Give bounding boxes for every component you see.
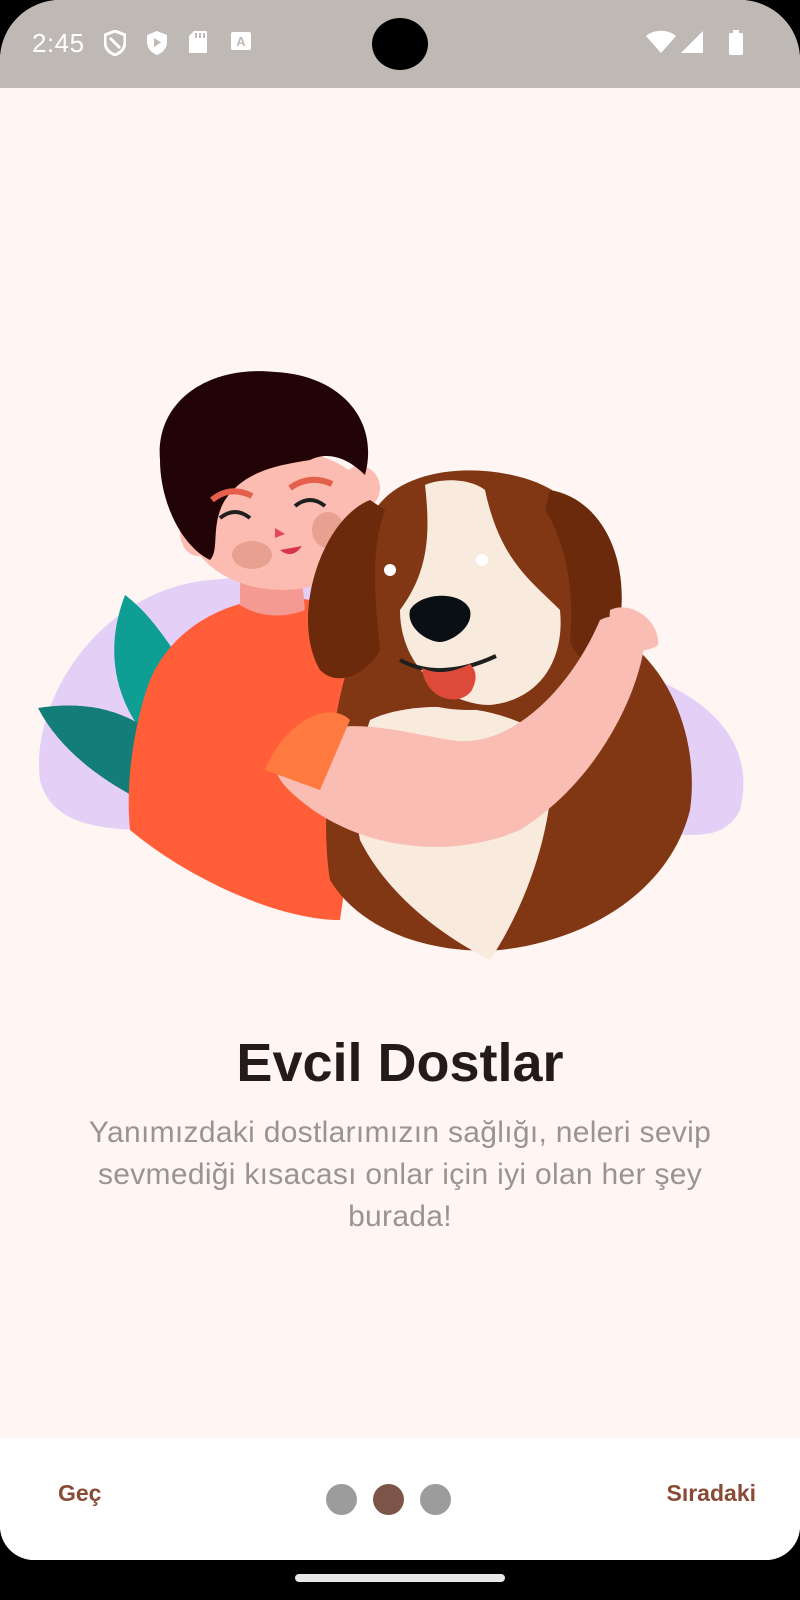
page-indicator	[326, 1484, 451, 1515]
svg-text:A: A	[236, 34, 246, 49]
battery-icon	[728, 30, 744, 61]
boy-hugging-dog-illustration	[38, 371, 744, 960]
shield-play-icon	[146, 30, 168, 61]
status-bar: 2:45 A	[0, 0, 800, 88]
page-dot-3[interactable]	[420, 1484, 451, 1515]
status-time: 2:45	[32, 28, 85, 58]
bottom-navigation: Geç Sıradaki	[0, 1438, 800, 1560]
next-button[interactable]: Sıradaki	[667, 1480, 757, 1507]
signal-icon	[680, 30, 704, 59]
page-dot-1[interactable]	[326, 1484, 357, 1515]
text-a-icon: A	[230, 30, 252, 57]
skip-button[interactable]: Geç	[58, 1480, 101, 1507]
onboarding-description: Yanımızdaki dostlarımızın sağlığı, neler…	[88, 1116, 712, 1233]
onboarding-screen: 2:45 A Evcil Dostlar Yanımızdaki dostlar…	[0, 0, 800, 1560]
page-dot-2-active[interactable]	[373, 1484, 404, 1515]
onboarding-title: Evcil Dostlar	[236, 1033, 564, 1093]
shield-outline-icon	[103, 29, 127, 61]
wifi-icon	[646, 30, 676, 59]
sd-card-icon	[188, 30, 208, 59]
home-indicator[interactable]	[295, 1574, 505, 1582]
camera-cutout	[372, 18, 428, 70]
